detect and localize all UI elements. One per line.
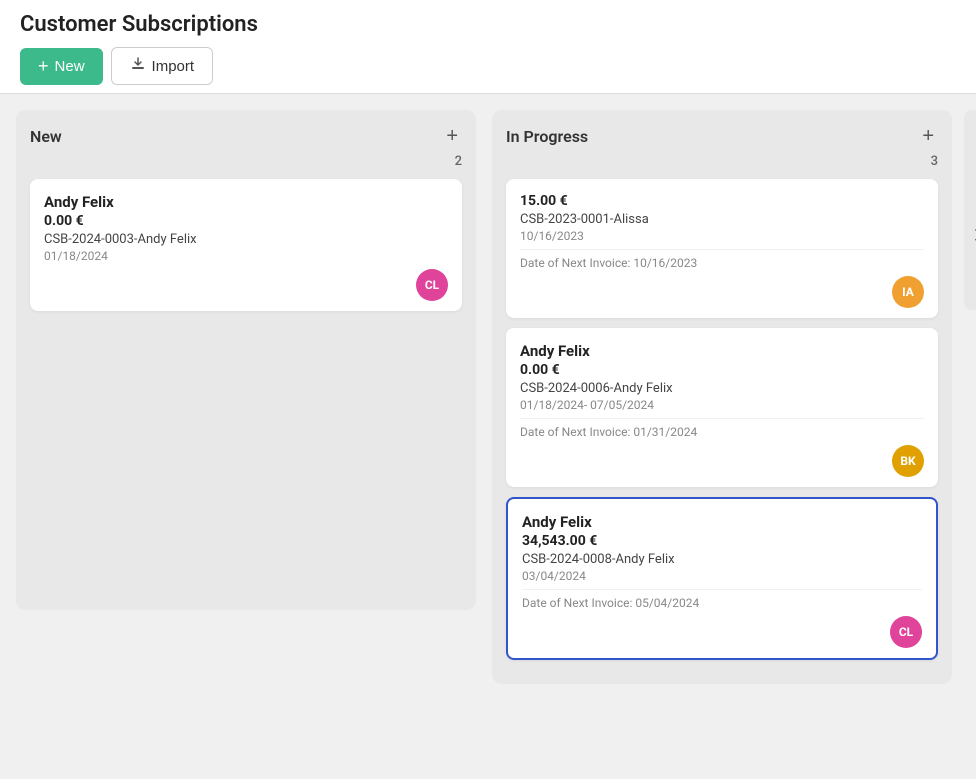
import-button-label: Import (152, 58, 195, 75)
card-next-invoice: Date of Next Invoice: 01/31/2024 (520, 418, 924, 439)
kanban-card[interactable]: 15.00 € CSB-2023-0001-Alissa 10/16/2023 … (506, 179, 938, 318)
column-closed[interactable]: ↔ Closed (1) (964, 110, 976, 310)
kanban-card[interactable]: Andy Felix 0.00 € CSB-2024-0006-Andy Fel… (506, 328, 938, 487)
column-in-progress-add-button[interactable]: + (918, 124, 938, 148)
card-amount: 0.00 € (44, 213, 448, 229)
column-new-add-button[interactable]: + (442, 124, 462, 148)
avatar: IA (892, 276, 924, 308)
kanban-card[interactable]: Andy Felix 0.00 € CSB-2024-0003-Andy Fel… (30, 179, 462, 311)
card-next-invoice: Date of Next Invoice: 05/04/2024 (522, 589, 922, 610)
page-header: Customer Subscriptions + New Import (0, 0, 976, 94)
card-date: 10/16/2023 (520, 229, 924, 243)
card-name: Andy Felix (44, 193, 448, 211)
card-subscription-id: CSB-2024-0003-Andy Felix (44, 232, 448, 247)
plus-icon: + (38, 56, 49, 77)
card-date: 01/18/2024- 07/05/2024 (520, 398, 924, 412)
card-next-invoice: Date of Next Invoice: 10/16/2023 (520, 249, 924, 270)
card-subscription-id: CSB-2024-0006-Andy Felix (520, 381, 924, 396)
import-button[interactable]: Import (111, 47, 214, 85)
page-title: Customer Subscriptions (20, 12, 956, 37)
kanban-board: New + 2 Andy Felix 0.00 € CSB-2024-0003-… (0, 94, 976, 758)
new-button-label: New (55, 58, 85, 75)
card-date: 01/18/2024 (44, 249, 448, 263)
column-new-count: 2 (30, 154, 462, 169)
card-amount: 34,543.00 € (522, 533, 922, 549)
card-name: Andy Felix (520, 342, 924, 360)
avatar: CL (416, 269, 448, 301)
column-in-progress-header: In Progress + (506, 124, 938, 148)
column-new-title: New (30, 127, 62, 146)
card-amount: 15.00 € (520, 193, 924, 209)
card-amount: 0.00 € (520, 362, 924, 378)
new-button[interactable]: + New (20, 48, 103, 85)
toolbar: + New Import (20, 47, 956, 85)
kanban-card-selected[interactable]: Andy Felix 34,543.00 € CSB-2024-0008-And… (506, 497, 938, 660)
column-new: New + 2 Andy Felix 0.00 € CSB-2024-0003-… (16, 110, 476, 610)
card-footer: CL (522, 616, 922, 648)
avatar: CL (890, 616, 922, 648)
card-name: Andy Felix (522, 513, 922, 531)
card-footer: IA (520, 276, 924, 308)
column-in-progress: In Progress + 3 15.00 € CSB-2023-0001-Al… (492, 110, 952, 684)
avatar: BK (892, 445, 924, 477)
card-footer: CL (44, 269, 448, 301)
card-subscription-id: CSB-2024-0008-Andy Felix (522, 552, 922, 567)
card-date: 03/04/2024 (522, 569, 922, 583)
column-new-header: New + (30, 124, 462, 148)
card-subscription-id: CSB-2023-0001-Alissa (520, 212, 924, 227)
column-in-progress-count: 3 (506, 154, 938, 169)
import-icon (130, 56, 146, 76)
column-in-progress-title: In Progress (506, 127, 588, 146)
card-footer: BK (520, 445, 924, 477)
